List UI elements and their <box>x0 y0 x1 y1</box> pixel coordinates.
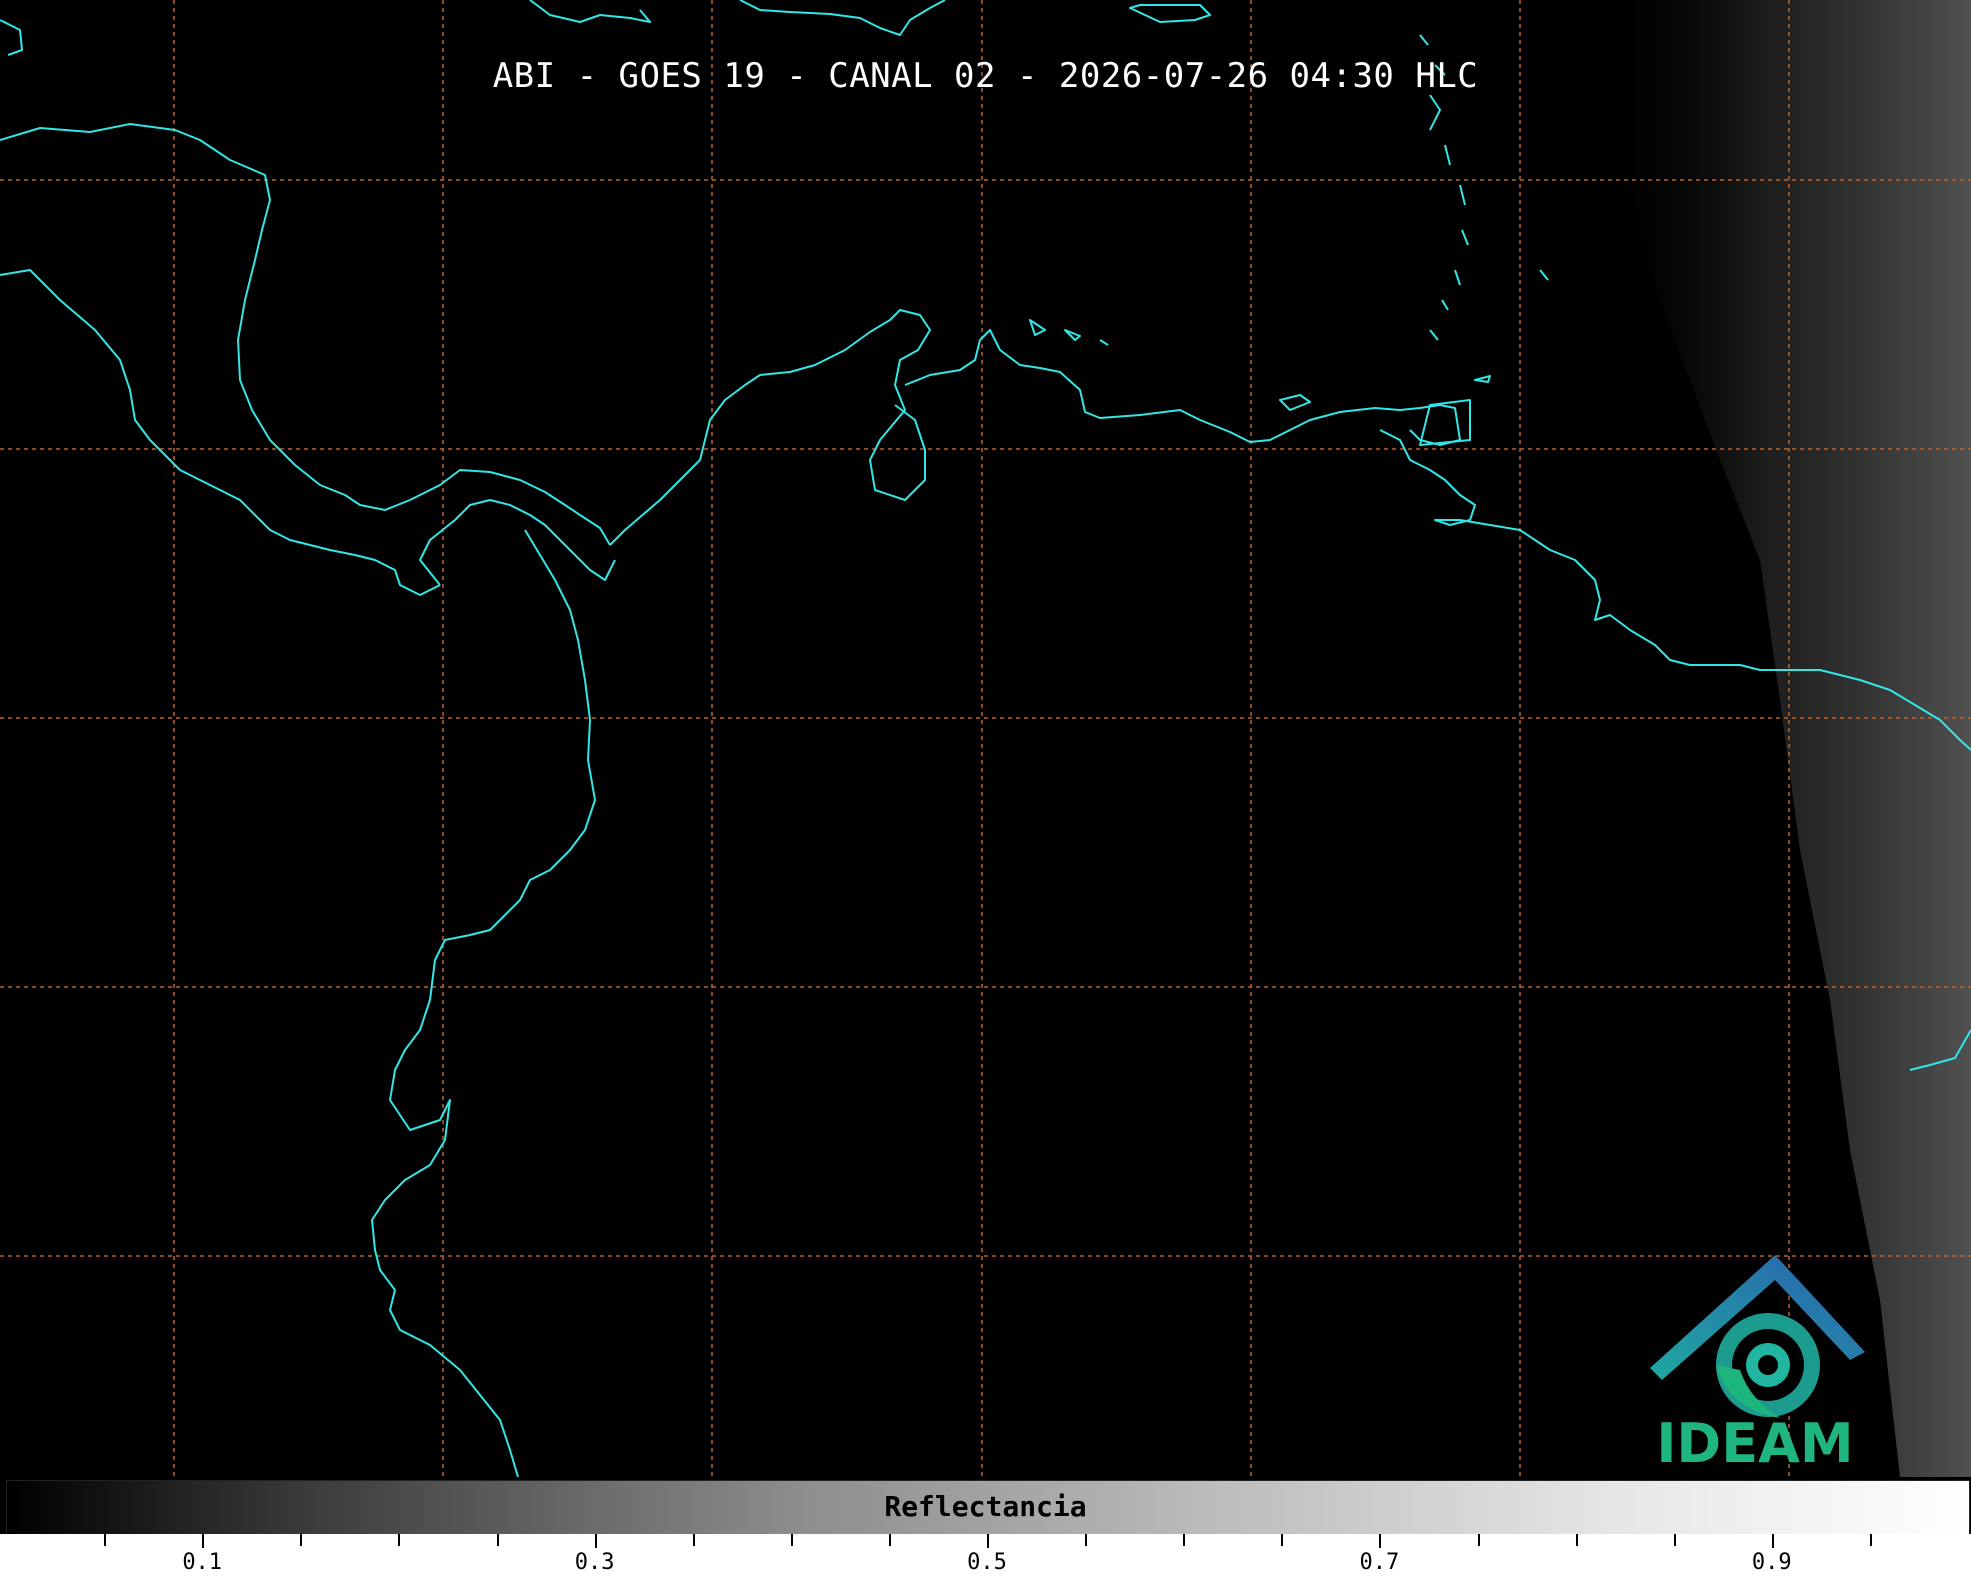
coastline-central-america-pacific <box>0 269 441 596</box>
colorbar-tick <box>398 1534 401 1546</box>
coastline-cuba <box>529 0 651 23</box>
colorbar-tick <box>1085 1534 1088 1546</box>
colorbar-tick <box>1281 1534 1284 1546</box>
coastline-puerto-rico <box>1129 4 1211 23</box>
colorbar-tick <box>1183 1534 1186 1546</box>
colorbar-major-tick <box>1379 1534 1382 1548</box>
colorbar-tick <box>790 1534 793 1546</box>
colorbar-tick <box>496 1534 499 1546</box>
colorbar-tick <box>888 1534 891 1546</box>
colorbar-tick-label: 0.9 <box>1751 1550 1792 1575</box>
coastline-jamaica <box>0 19 23 56</box>
colorbar-tick <box>1575 1534 1578 1546</box>
ideam-logo-text: IDEAM <box>1656 1412 1854 1475</box>
coastline-abc-islands <box>1029 319 1109 346</box>
colorbar-tick <box>1477 1534 1480 1546</box>
coastline-colombia-caribbean <box>609 309 931 546</box>
coastline-colombia-pacific <box>371 529 596 1477</box>
coastline-central-america <box>0 123 611 546</box>
colorbar-tick <box>1869 1534 1872 1546</box>
coastline-tobago <box>1474 375 1491 383</box>
colorbar-tick <box>692 1534 695 1546</box>
map-title: ABI - GOES 19 - CANAL 02 - 2026-07-26 04… <box>492 56 1479 96</box>
coastline-venezuela <box>904 329 1461 446</box>
colorbar-tick-label: 0.1 <box>182 1550 223 1575</box>
colorbar-major-tick <box>202 1534 205 1548</box>
colorbar-tick <box>300 1534 303 1546</box>
colorbar-tick-label: 0.5 <box>967 1550 1007 1575</box>
colorbar-tick <box>1673 1534 1676 1546</box>
coastline-hispaniola <box>739 0 946 36</box>
colorbar-tick-label: 0.3 <box>574 1550 615 1575</box>
colorbar-tick <box>104 1534 107 1546</box>
colorbar-major-tick <box>594 1534 597 1548</box>
coastline-panama <box>419 499 616 586</box>
colorbar-tick-label: 0.7 <box>1359 1550 1400 1575</box>
coastline-margarita <box>1279 394 1311 411</box>
colorbar-major-tick <box>987 1534 989 1548</box>
colorbar-major-tick <box>1771 1534 1774 1548</box>
colorbar-label: Reflectancia <box>884 1490 1087 1523</box>
